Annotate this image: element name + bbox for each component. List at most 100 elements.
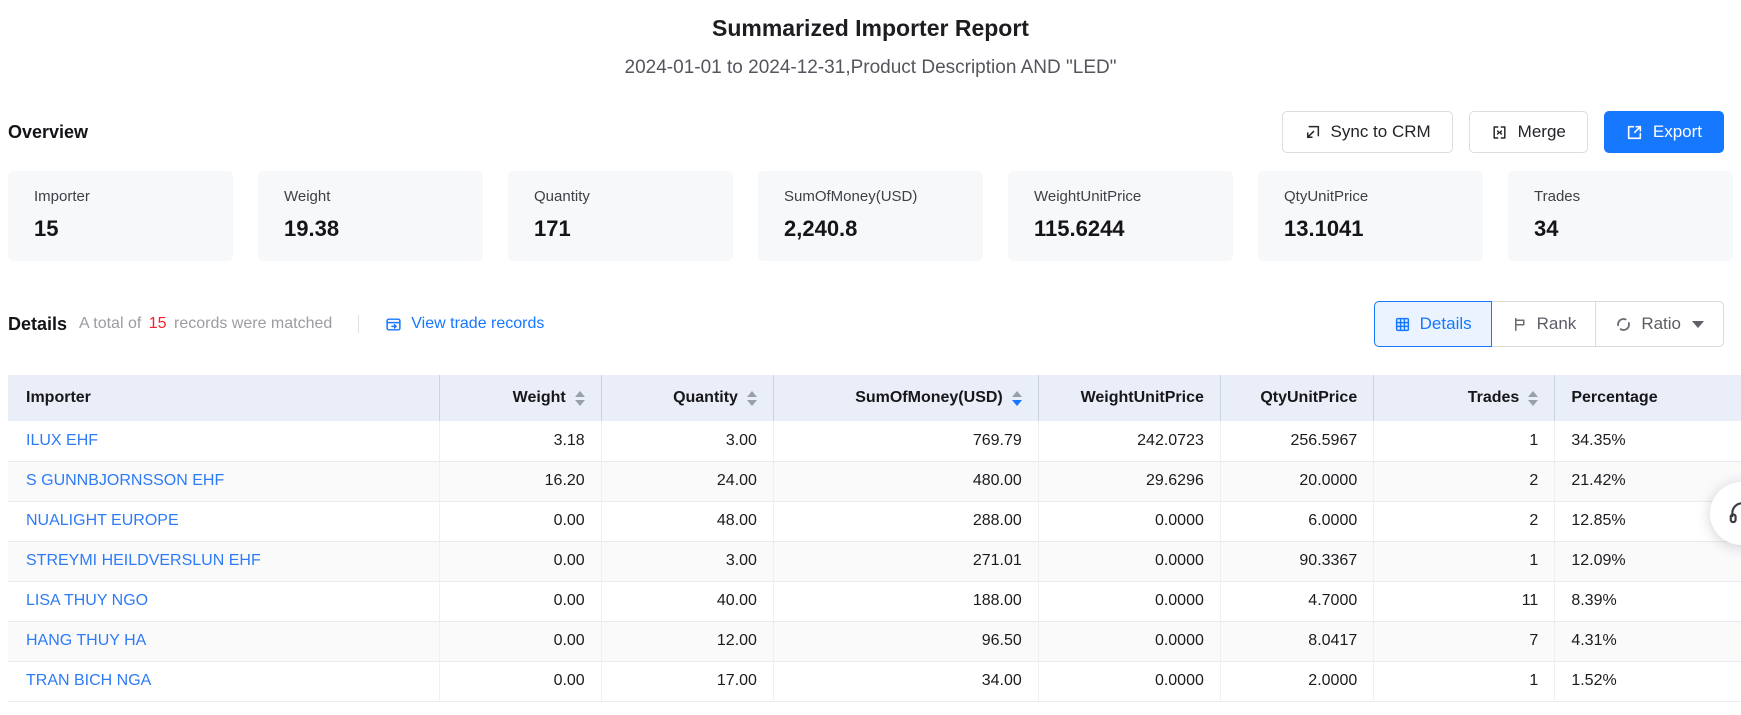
column-header-percentage: Percentage [1555,375,1741,421]
sync-to-crm-button[interactable]: Sync to CRM [1282,111,1453,153]
cell-weight: 0.00 [439,581,601,621]
cell-importer: LISA THUY NGO [8,581,439,621]
sort-icon-active-desc[interactable] [1012,391,1022,406]
cell-weight-unit-price: 0.0000 [1038,661,1220,701]
details-bar: Details A total of 15 records were match… [8,301,1724,347]
importer-link[interactable]: HANG THUY HA [26,632,146,649]
importer-table: Importer Weight Quantity SumOfMoney(USD)… [8,375,1741,702]
column-header-qty-unit-price: QtyUnitPrice [1220,375,1373,421]
table-row: S GUNNBJORNSSON EHF 16.20 24.00 480.00 2… [8,461,1741,501]
view-switcher: Details Rank Ratio [1374,301,1724,347]
importer-link[interactable]: ILUX EHF [26,432,98,449]
stat-card: Weight 19.38 [258,171,483,261]
column-header-weight-unit-price: WeightUnitPrice [1038,375,1220,421]
table-row: NUALIGHT EUROPE 0.00 48.00 288.00 0.0000… [8,501,1741,541]
column-header-quantity[interactable]: Quantity [601,375,773,421]
table-grid-icon [1394,316,1411,333]
stat-card-value: 34 [1534,216,1707,242]
column-header-sum-of-money[interactable]: SumOfMoney(USD) [773,375,1038,421]
cell-weight: 0.00 [439,541,601,581]
cell-trades: 1 [1374,541,1555,581]
cell-weight-unit-price: 29.6296 [1038,461,1220,501]
column-header-importer: Importer [8,375,439,421]
cell-percentage: 12.09% [1555,541,1741,581]
importer-link[interactable]: STREYMI HEILDVERSLUN EHF [26,552,261,569]
cell-percentage: 4.31% [1555,621,1741,661]
divider [358,315,359,333]
export-label: Export [1653,122,1702,142]
export-button[interactable]: Export [1604,111,1724,153]
export-icon [1626,124,1643,141]
cell-percentage: 1.52% [1555,661,1741,701]
cell-qty-unit-price: 20.0000 [1220,461,1373,501]
cell-sum-of-money: 480.00 [773,461,1038,501]
stat-card-value: 13.1041 [1284,216,1457,242]
stat-card-label: SumOfMoney(USD) [784,188,957,205]
cell-weight-unit-price: 0.0000 [1038,501,1220,541]
stat-card-value: 171 [534,216,707,242]
view-trade-records-link[interactable]: View trade records [385,315,544,333]
stat-card: Quantity 171 [508,171,733,261]
stat-card-value: 15 [34,216,207,242]
table-row: HANG THUY HA 0.00 12.00 96.50 0.0000 8.0… [8,621,1741,661]
cell-qty-unit-price: 256.5967 [1220,421,1373,461]
cell-weight-unit-price: 0.0000 [1038,581,1220,621]
cell-percentage: 21.42% [1555,461,1741,501]
cell-importer: S GUNNBJORNSSON EHF [8,461,439,501]
importer-link[interactable]: LISA THUY NGO [26,592,148,609]
sort-icon[interactable] [1528,391,1538,406]
tab-rank[interactable]: Rank [1491,301,1597,347]
cell-weight: 3.18 [439,421,601,461]
stat-card-label: QtyUnitPrice [1284,188,1457,205]
table-header-row: Importer Weight Quantity SumOfMoney(USD)… [8,375,1741,421]
stat-card: WeightUnitPrice 115.6244 [1008,171,1233,261]
cell-qty-unit-price: 90.3367 [1220,541,1373,581]
cell-importer: TRAN BICH NGA [8,661,439,701]
cell-weight-unit-price: 0.0000 [1038,541,1220,581]
page-title: Summarized Importer Report [0,0,1741,42]
stat-card-label: Trades [1534,188,1707,205]
table-row: LISA THUY NGO 0.00 40.00 188.00 0.0000 4… [8,581,1741,621]
cell-quantity: 17.00 [601,661,773,701]
overview-bar: Overview Sync to CRM Merge [8,111,1724,153]
stat-card-value: 115.6244 [1034,216,1207,242]
circular-arrows-icon [1615,316,1632,333]
cell-percentage: 8.39% [1555,581,1741,621]
table-row: ILUX EHF 3.18 3.00 769.79 242.0723 256.5… [8,421,1741,461]
caret-down-icon [1692,321,1704,328]
cell-quantity: 24.00 [601,461,773,501]
cell-qty-unit-price: 6.0000 [1220,501,1373,541]
importer-link[interactable]: TRAN BICH NGA [26,672,151,689]
column-header-weight[interactable]: Weight [439,375,601,421]
cell-importer: STREYMI HEILDVERSLUN EHF [8,541,439,581]
tab-ratio[interactable]: Ratio [1595,301,1724,347]
overview-actions: Sync to CRM Merge Export [1282,111,1724,153]
match-summary-prefix: A total of [79,315,141,332]
cell-sum-of-money: 34.00 [773,661,1038,701]
cell-weight: 0.00 [439,661,601,701]
importer-link[interactable]: S GUNNBJORNSSON EHF [26,472,224,489]
cell-quantity: 12.00 [601,621,773,661]
cell-weight-unit-price: 242.0723 [1038,421,1220,461]
match-count: 15 [146,315,170,332]
column-header-trades[interactable]: Trades [1374,375,1555,421]
match-summary: A total of 15 records were matched [79,315,332,333]
cell-trades: 2 [1374,461,1555,501]
sort-icon[interactable] [575,391,585,406]
overview-cards: Importer 15 Weight 19.38 Quantity 171 Su… [8,171,1733,261]
cell-sum-of-money: 188.00 [773,581,1038,621]
importer-link[interactable]: NUALIGHT EUROPE [26,512,179,529]
sort-icon[interactable] [747,391,757,406]
tab-details[interactable]: Details [1374,301,1492,347]
merge-button[interactable]: Merge [1469,111,1588,153]
details-heading: Details [8,314,67,335]
stat-card-label: Weight [284,188,457,205]
cell-sum-of-money: 288.00 [773,501,1038,541]
sync-icon [1304,124,1321,141]
cell-weight-unit-price: 0.0000 [1038,621,1220,661]
headset-icon [1727,499,1741,529]
stat-card-value: 2,240.8 [784,216,957,242]
cell-quantity: 3.00 [601,541,773,581]
cell-importer: ILUX EHF [8,421,439,461]
stat-card: Trades 34 [1508,171,1733,261]
